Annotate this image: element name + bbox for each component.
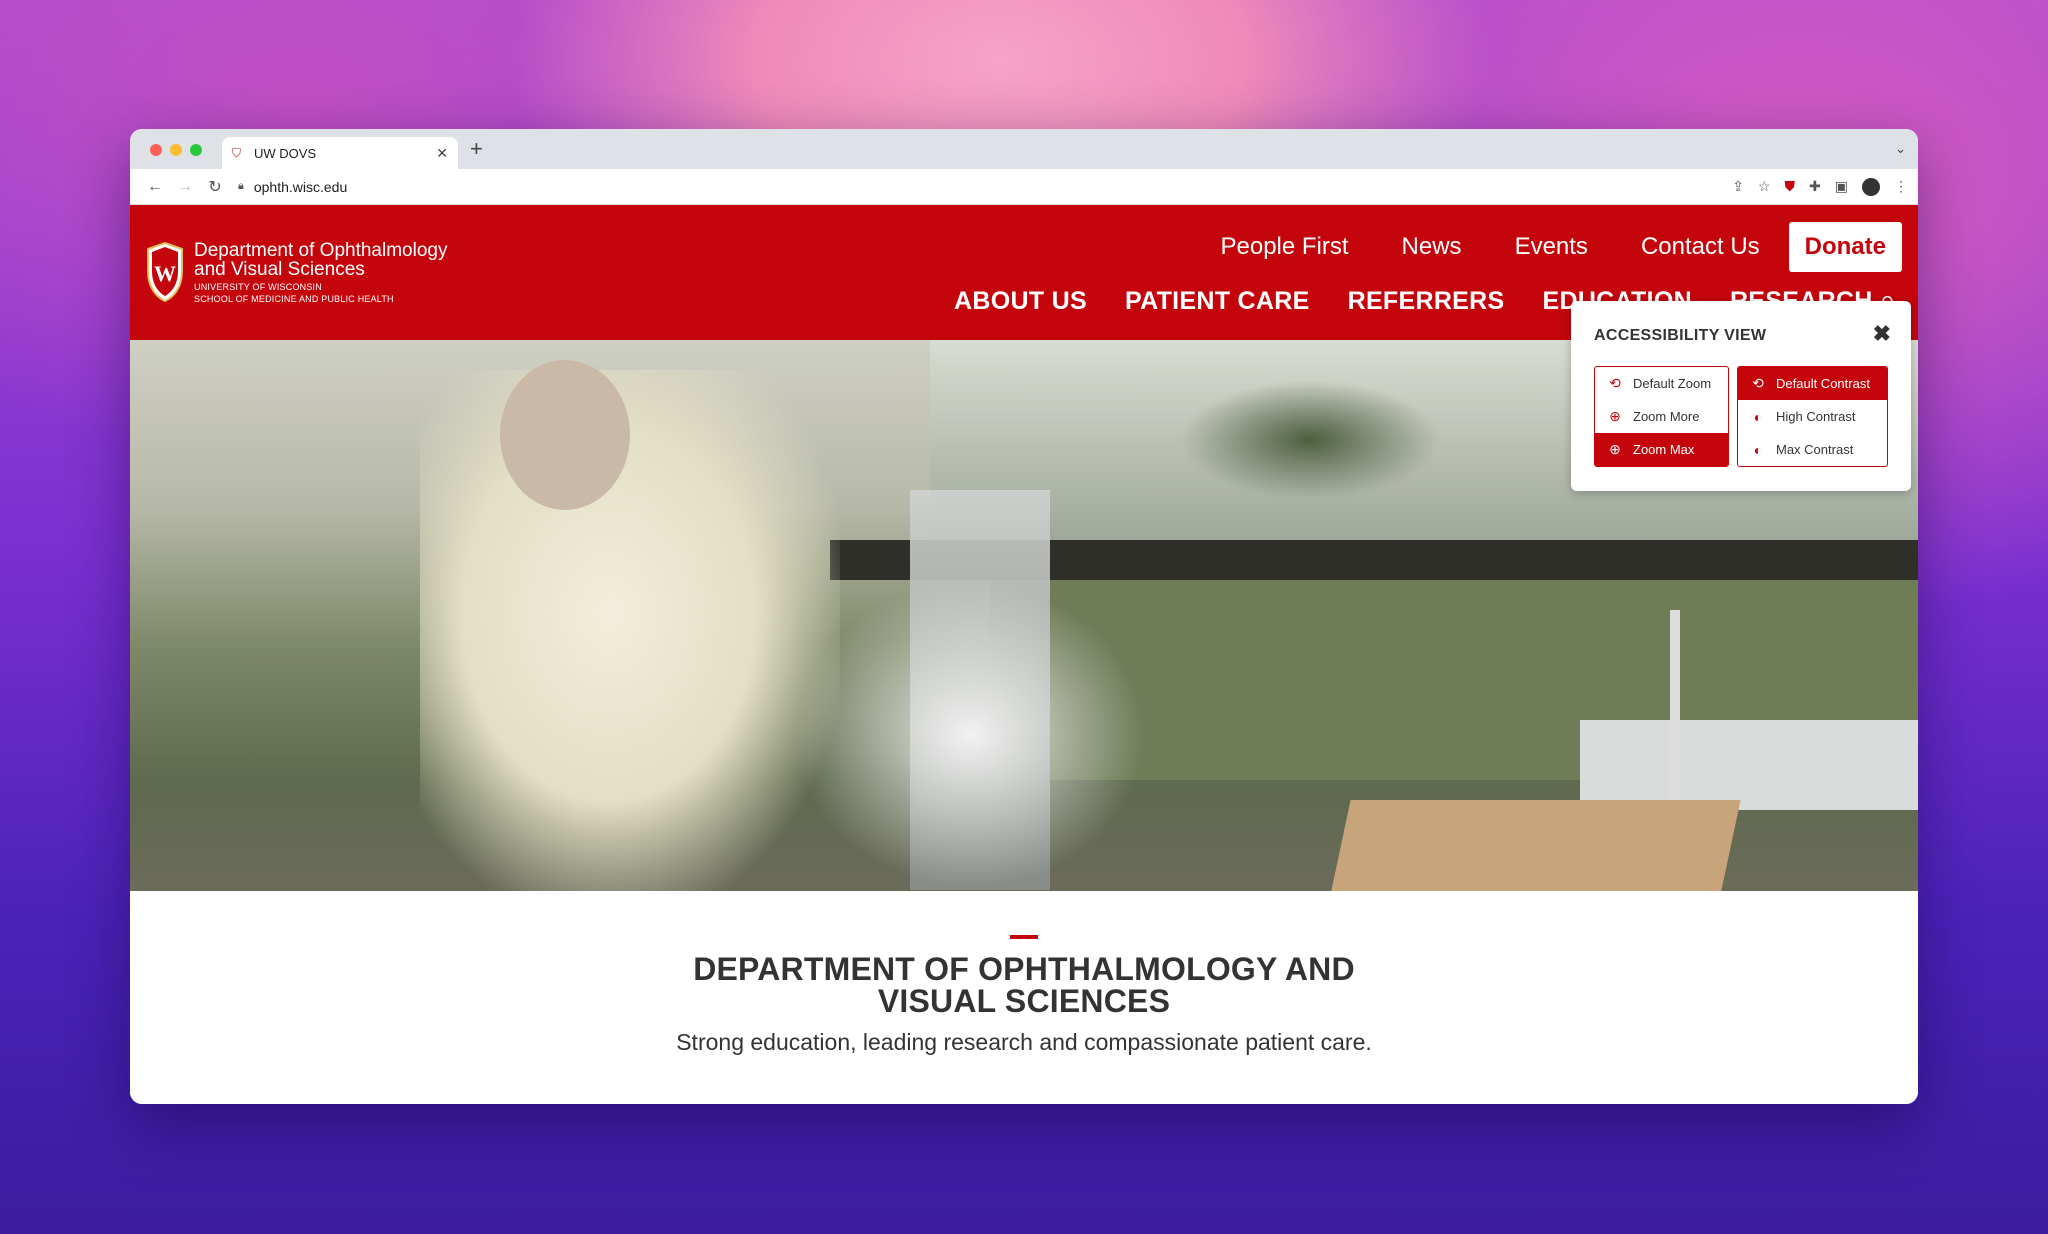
refresh-icon: ⟲: [1609, 375, 1621, 391]
minimize-window-button[interactable]: [170, 144, 182, 156]
zoom-more-button[interactable]: ⊕ Zoom More: [1595, 400, 1728, 433]
nav-link-contact-us[interactable]: Contact Us: [1641, 233, 1760, 261]
forward-arrow-icon[interactable]: →: [170, 178, 200, 196]
profile-avatar-icon[interactable]: [1862, 177, 1880, 196]
zoom-max-label: Zoom Max: [1633, 442, 1695, 457]
address-bar[interactable]: 🔒︎ ophth.wisc.edu: [238, 173, 1732, 201]
dept-name-line2: and Visual Sciences: [194, 259, 365, 280]
site-logo[interactable]: W Department of Ophthalmology and Visual…: [146, 241, 447, 305]
zoom-in-icon: ⊕: [1609, 408, 1621, 424]
tab-title: UW DOVS: [254, 145, 317, 161]
high-contrast-label: High Contrast: [1776, 409, 1856, 424]
extension-shield-icon[interactable]: ⛊: [1785, 178, 1796, 195]
hero-nitrogen-fog: [780, 570, 1160, 891]
back-arrow-icon[interactable]: ←: [140, 178, 170, 196]
hero-researcher-head: [500, 360, 630, 510]
tab-strip: ⛉ UW DOVS ✕ + ⌄: [130, 129, 1918, 169]
default-contrast-label: Default Contrast: [1776, 376, 1870, 391]
donate-button[interactable]: Donate: [1788, 222, 1902, 272]
nav-link-news[interactable]: News: [1402, 233, 1462, 261]
main-nav-referrers[interactable]: REFERRERS: [1348, 287, 1505, 316]
refresh-icon: ⟲: [1752, 375, 1764, 391]
browser-tab[interactable]: ⛉ UW DOVS ✕: [222, 137, 458, 169]
close-icon[interactable]: ✖: [1873, 321, 1891, 347]
close-tab-icon[interactable]: ✕: [436, 145, 448, 162]
default-zoom-label: Default Zoom: [1633, 376, 1712, 391]
hero-trees: [1180, 380, 1440, 500]
new-tab-button[interactable]: +: [470, 137, 483, 161]
nav-link-people-first[interactable]: People First: [1220, 233, 1348, 261]
high-contrast-button[interactable]: ◐ High Contrast: [1738, 400, 1887, 433]
intro-section: DEPARTMENT OF OPHTHALMOLOGY AND VISUAL S…: [130, 891, 1918, 1104]
school-name: SCHOOL OF MEDICINE AND PUBLIC HEALTH: [194, 294, 394, 304]
max-contrast-label: Max Contrast: [1776, 442, 1854, 457]
browser-window: ⛉ UW DOVS ✕ + ⌄ ← → ↻ 🔒︎ ophth.wisc.edu …: [130, 129, 1918, 1104]
hero-researcher: [420, 370, 840, 891]
default-zoom-button[interactable]: ⟲ Default Zoom: [1595, 367, 1728, 400]
toolbar-icons: ⇪ ☆ ⛊ ✚ ▣ ⋮: [1732, 177, 1908, 196]
page-tagline: Strong education, leading research and c…: [676, 1029, 1372, 1055]
hero-lab-device: [1580, 720, 1918, 810]
accessibility-panel: ACCESSIBILITY VIEW ✖ ⟲ Default Zoom ⊕ Zo…: [1571, 301, 1911, 491]
close-window-button[interactable]: [150, 144, 162, 156]
url-text: ophth.wisc.edu: [253, 178, 348, 195]
window-controls: [150, 144, 202, 156]
main-nav-about-us[interactable]: ABOUT US: [954, 287, 1087, 316]
tab-search-chevron-icon[interactable]: ⌄: [1895, 141, 1906, 157]
zoom-max-button[interactable]: ⊕ Zoom Max: [1595, 433, 1728, 466]
lock-icon[interactable]: 🔒︎: [238, 180, 244, 193]
university-name: UNIVERSITY OF WISCONSIN: [194, 282, 322, 292]
hero-lab-stand: [1670, 610, 1680, 820]
main-nav-patient-care[interactable]: PATIENT CARE: [1125, 287, 1310, 316]
zoom-more-label: Zoom More: [1633, 409, 1700, 424]
browser-menu-icon[interactable]: ⋮: [1894, 178, 1908, 195]
share-icon[interactable]: ⇪: [1732, 178, 1744, 195]
browser-toolbar: ← → ↻ 🔒︎ ophth.wisc.edu ⇪ ☆ ⛊ ✚ ▣ ⋮: [130, 169, 1918, 205]
page-heading: DEPARTMENT OF OPHTHALMOLOGY AND VISUAL S…: [693, 951, 1355, 1019]
uw-crest-icon: W: [147, 241, 183, 303]
extensions-puzzle-icon[interactable]: ✚: [1809, 178, 1821, 195]
nav-link-events[interactable]: Events: [1515, 233, 1588, 261]
side-panel-icon[interactable]: ▣: [1835, 178, 1848, 195]
bookmark-star-icon[interactable]: ☆: [1758, 178, 1771, 195]
uw-crest-favicon-icon: ⛉: [232, 146, 242, 160]
svg-text:W: W: [154, 261, 176, 286]
maximize-window-button[interactable]: [190, 144, 202, 156]
heading-accent-bar: [1010, 935, 1038, 939]
hero-cardboard-box: [1329, 800, 1741, 891]
zoom-in-icon: ⊕: [1609, 441, 1621, 457]
contrast-options: ⟲ Default Contrast ◐ High Contrast ◐ Max…: [1737, 366, 1888, 467]
contrast-icon: ◐: [1753, 408, 1763, 425]
default-contrast-button[interactable]: ⟲ Default Contrast: [1738, 367, 1887, 400]
zoom-options: ⟲ Default Zoom ⊕ Zoom More ⊕ Zoom Max: [1594, 366, 1729, 467]
accessibility-title: ACCESSIBILITY VIEW: [1594, 327, 1767, 344]
max-contrast-button[interactable]: ◐ Max Contrast: [1738, 433, 1887, 466]
reload-icon[interactable]: ↻: [200, 177, 230, 197]
utility-nav: People First News Events Contact Us Dona…: [1167, 222, 1902, 272]
contrast-icon: ◐: [1753, 441, 1763, 458]
dept-name-line1: Department of Ophthalmology: [194, 240, 448, 261]
